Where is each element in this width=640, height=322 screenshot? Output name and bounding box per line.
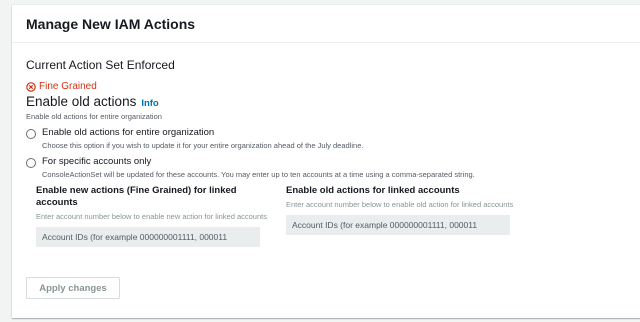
old-actions-description: Enter account number below to enable old… — [286, 200, 514, 209]
iam-actions-panel: Manage New IAM Actions Current Action Se… — [12, 5, 640, 318]
field-label-row: Enable old actions Info — [26, 94, 640, 109]
panel-header: Manage New IAM Actions — [12, 5, 640, 43]
new-actions-description: Enter account number below to enable new… — [36, 212, 267, 221]
old-actions-title: Enable old actions for linked accounts — [286, 185, 460, 196]
radio-option-specific-accounts[interactable]: For specific accounts only ConsoleAction… — [26, 156, 640, 179]
panel-body: Current Action Set Enforced Fine Grained… — [12, 43, 640, 247]
radio-desc-specific-accounts: ConsoleActionSet will be updated for the… — [42, 170, 475, 179]
new-actions-title: Enable new actions (Fine Grained) for li… — [36, 185, 237, 208]
radio-label-specific-accounts: For specific accounts only — [42, 156, 152, 167]
new-actions-column: Enable new actions (Fine Grained) for li… — [36, 185, 273, 247]
error-circle-icon — [26, 81, 36, 92]
old-actions-column: Enable old actions for linked accounts E… — [286, 185, 523, 247]
linked-accounts-columns: Enable new actions (Fine Grained) for li… — [26, 185, 640, 247]
apply-changes-button[interactable]: Apply changes — [26, 277, 120, 299]
radio-button-specific-accounts[interactable] — [26, 158, 36, 168]
status-text: Fine Grained — [39, 81, 97, 92]
status-indicator: Fine Grained — [26, 81, 640, 92]
field-label: Enable old actions — [26, 94, 137, 109]
radio-option-entire-org[interactable]: Enable old actions for entire organizati… — [26, 127, 640, 150]
field-description: Enable old actions for entire organizati… — [26, 112, 162, 121]
panel-title: Manage New IAM Actions — [26, 16, 196, 32]
new-actions-account-input[interactable]: Account IDs (for example 000000001111, 0… — [36, 227, 260, 247]
radio-desc-entire-org: Choose this option if you wish to update… — [42, 141, 364, 150]
current-action-set-title: Current Action Set Enforced — [26, 58, 175, 72]
info-link[interactable]: Info — [141, 98, 158, 109]
radio-button-entire-org[interactable] — [26, 129, 36, 139]
old-actions-account-input[interactable]: Account IDs (for example 000000001111, 0… — [286, 215, 510, 235]
radio-label-entire-org: Enable old actions for entire organizati… — [42, 127, 215, 138]
